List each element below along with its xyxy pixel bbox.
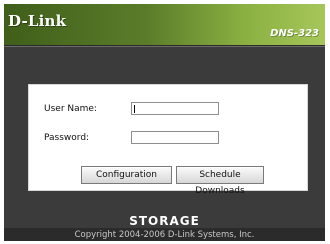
header-separator bbox=[4, 46, 325, 47]
storage-title: STORAGE bbox=[129, 214, 200, 228]
username-label: User Name: bbox=[44, 104, 97, 114]
password-input[interactable] bbox=[131, 131, 219, 144]
schedule-downloads-button[interactable]: Schedule Downloads bbox=[176, 166, 264, 196]
app-window: D-Link DNS-323 User Name: Password: Conf… bbox=[4, 4, 325, 241]
username-input[interactable] bbox=[131, 102, 219, 115]
password-label: Password: bbox=[44, 133, 90, 143]
header-banner: D-Link DNS-323 bbox=[4, 4, 325, 46]
dlink-logo: D-Link bbox=[8, 12, 67, 30]
device-model: DNS-323 bbox=[270, 28, 319, 39]
copyright-text: Copyright 2004-2006 D-Link Systems, Inc. bbox=[74, 230, 255, 240]
login-panel: User Name: Password: Configuration Sched… bbox=[28, 84, 308, 196]
configuration-button[interactable]: Configuration bbox=[81, 166, 172, 184]
text-caret bbox=[134, 105, 135, 113]
